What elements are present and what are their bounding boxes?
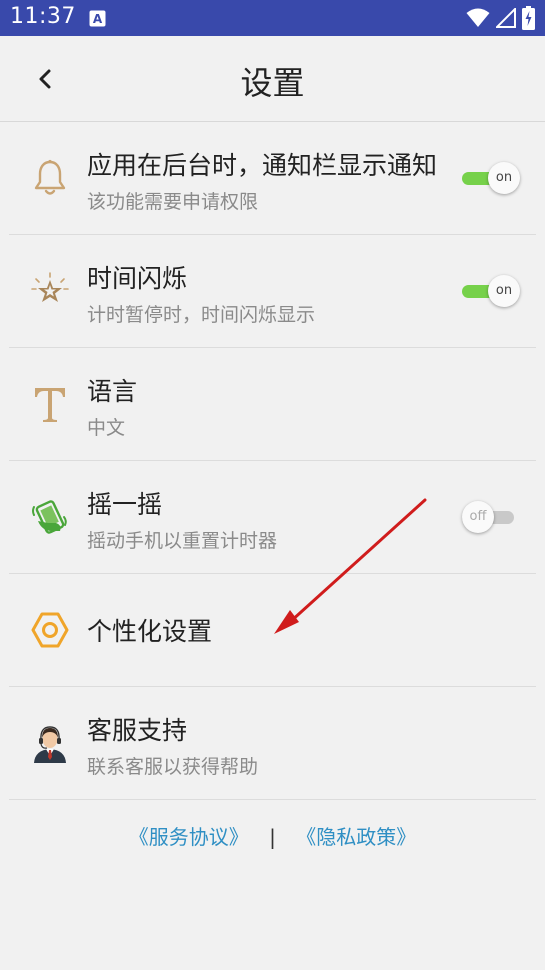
setting-description: 联系客服以获得帮助: [87, 756, 259, 778]
setting-row-notification[interactable]: 应用在后台时，通知栏显示通知 该功能需要申请权限 on: [0, 122, 545, 235]
setting-description: 中文: [87, 417, 126, 439]
toggle-knob: off: [462, 501, 494, 533]
notification-toggle[interactable]: on: [462, 162, 520, 194]
star-icon: [31, 272, 69, 302]
page-header: 设置: [0, 36, 545, 122]
setting-description: 计时暂停时，时间闪烁显示: [87, 304, 316, 326]
setting-row-support[interactable]: 客服支持 联系客服以获得帮助: [0, 687, 545, 800]
wifi-icon: [466, 8, 490, 27]
sim-card-icon: A: [89, 10, 106, 27]
setting-row-shake[interactable]: 摇一摇 摇动手机以重置计时器 off: [0, 461, 545, 574]
page-title: 设置: [240, 64, 305, 102]
hexagon-nut-icon: [31, 612, 69, 648]
setting-row-personalize[interactable]: 个性化设置: [0, 574, 545, 687]
setting-row-time-flash[interactable]: 时间闪烁 计时暂停时，时间闪烁显示 on: [0, 235, 545, 348]
setting-label: 应用在后台时，通知栏显示通知: [87, 151, 438, 180]
setting-description: 该功能需要申请权限: [87, 191, 259, 213]
setting-label: 个性化设置: [87, 617, 213, 646]
footer-links: 《服务协议》 | 《隐私政策》: [0, 821, 545, 850]
shake-toggle[interactable]: off: [462, 501, 520, 533]
setting-label: 语言: [87, 377, 138, 406]
support-agent-icon: [34, 726, 66, 763]
footer-separator: |: [269, 825, 276, 849]
sim-card-letter: A: [93, 12, 103, 26]
signal-icon: [496, 8, 516, 28]
privacy-policy-link[interactable]: 《隐私政策》: [296, 825, 416, 849]
bell-icon: [34, 159, 66, 195]
toggle-knob: on: [488, 275, 520, 307]
setting-label: 摇一摇: [87, 490, 163, 519]
setting-label: 客服支持: [87, 716, 188, 745]
time-flash-toggle[interactable]: on: [462, 275, 520, 307]
toggle-knob: on: [488, 162, 520, 194]
shake-phone-icon: [32, 500, 67, 534]
service-agreement-link[interactable]: 《服务协议》: [129, 825, 249, 849]
font-t-icon: [35, 388, 65, 422]
status-time: 11:37: [10, 4, 76, 29]
status-bar: 11:37 A: [0, 0, 545, 36]
battery-charging-icon: [522, 6, 535, 30]
setting-label: 时间闪烁: [87, 264, 188, 293]
setting-row-language[interactable]: 语言 中文: [0, 348, 545, 461]
setting-description: 摇动手机以重置计时器: [87, 530, 278, 552]
settings-list: 应用在后台时，通知栏显示通知 该功能需要申请权限 on 时间闪烁 计时暂停时，时…: [0, 122, 545, 800]
